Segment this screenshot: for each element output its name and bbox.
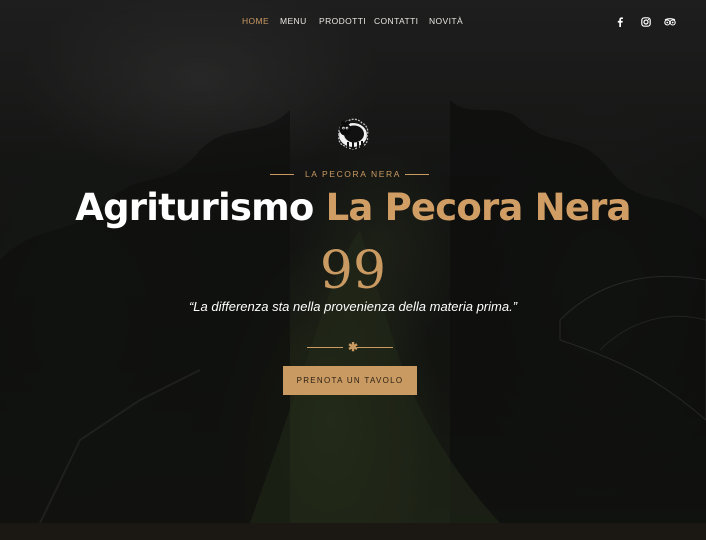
facebook-icon[interactable] bbox=[614, 16, 626, 28]
asterisk-icon: ✱ bbox=[347, 340, 359, 354]
section-divider-strip bbox=[0, 523, 706, 540]
nav-prodotti[interactable]: PRODOTTI bbox=[319, 16, 366, 26]
title-white: Agriturismo bbox=[75, 186, 314, 229]
kicker-text: LA PECORA NERA bbox=[304, 169, 402, 179]
nav-menu[interactable]: MENU bbox=[280, 16, 307, 26]
title-accent: La Pecora Nera bbox=[325, 186, 632, 229]
nav-novita[interactable]: NOVITÀ bbox=[429, 16, 463, 26]
quote-icon: 99 bbox=[319, 241, 387, 301]
instagram-icon[interactable] bbox=[640, 16, 652, 28]
hero-kicker: LA PECORA NERA bbox=[0, 168, 706, 180]
page-title: Agriturismo La Pecora Nera bbox=[0, 183, 706, 233]
black-sheep-logo[interactable] bbox=[330, 113, 372, 155]
hero-tagline: “La differenza sta nella provenienza del… bbox=[188, 299, 518, 314]
ornament-divider: ✱ bbox=[0, 340, 706, 354]
tripadvisor-icon[interactable] bbox=[664, 16, 676, 28]
kicker-line-right bbox=[405, 174, 429, 175]
nav-home[interactable]: HOME bbox=[242, 16, 269, 26]
nav-contatti[interactable]: CONTATTI bbox=[374, 16, 418, 26]
divider-line-right bbox=[357, 347, 393, 348]
book-table-button[interactable]: PRENOTA UN TAVOLO bbox=[283, 366, 417, 395]
main-navigation: HOME MENU PRODOTTI CONTATTI NOVITÀ bbox=[0, 16, 706, 30]
